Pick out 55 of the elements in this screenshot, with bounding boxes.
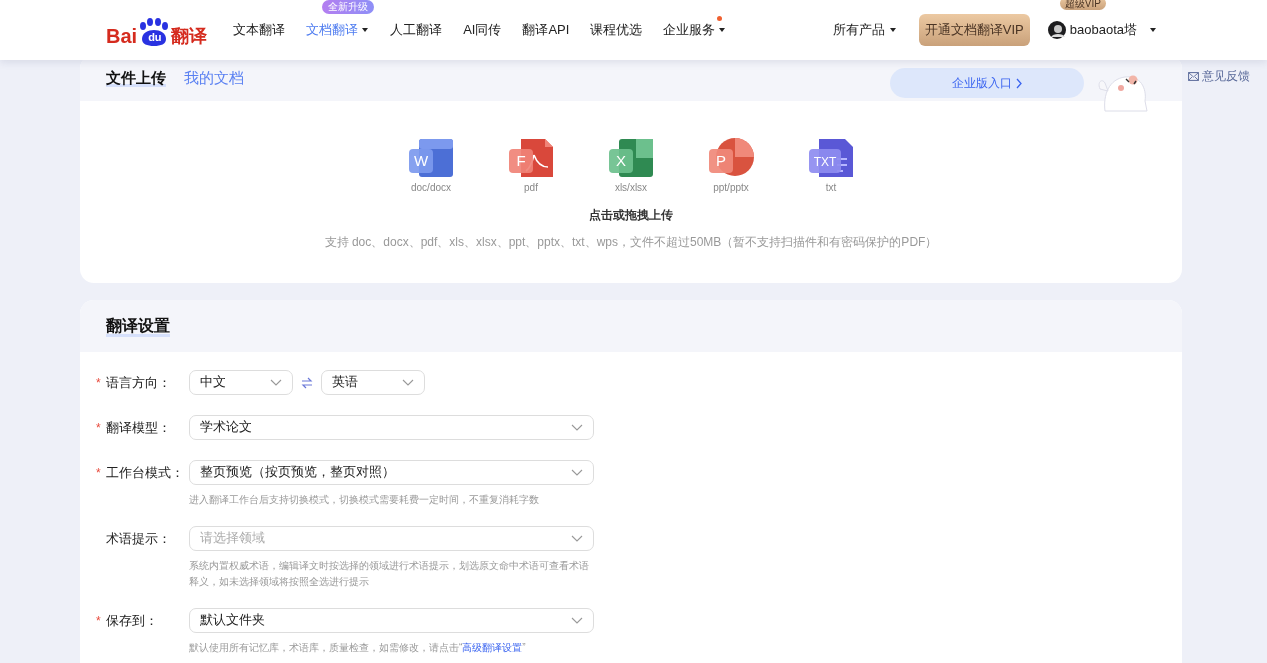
field-label: 语言方向： [106,375,171,392]
caret-icon [888,27,897,33]
field-label: 术语提示： [106,531,171,548]
nav-link[interactable]: AI同传 [463,21,502,39]
chevron-down-icon [571,535,583,542]
file-type-label: doc/docx [411,182,451,193]
dropdown-field[interactable]: 默认文件夹 [189,608,594,633]
chevron-down-icon [571,424,583,431]
required-mark: * [96,615,101,627]
dropdown-field[interactable]: 整页预览（按页预览，整页对照） [189,460,594,485]
field-label: 保存到： [106,613,158,630]
avatar-icon [1047,21,1066,39]
dropdown-field[interactable]: 英语 [321,370,425,395]
field-hint: 默认使用所有记忆库，术语库，质量检查，如需修改，请点击“高级翻译设置” [189,641,527,655]
all-products-menu[interactable]: 所有产品 [832,21,897,39]
field-label: 工作台模式： [106,465,184,482]
dropdown-field[interactable]: 中文 [189,370,293,395]
nav-link[interactable]: 课程优选 [590,21,643,39]
swap-icon [301,376,313,389]
required-mark: * [96,467,101,479]
caret-icon [1149,27,1157,33]
field-label: 翻译模型： [106,420,171,437]
new-badge: 全新升级 [322,0,375,14]
upload-note: 支持 doc、docx、pdf、xls、xlsx、ppt、pptx、txt、wps，文件不超过50MB（暂不支持扫描件和有密码保护的PDF） [324,234,938,251]
required-mark: * [96,377,101,389]
file-type-label: txt [825,182,837,193]
section-title: 翻译设置 [106,315,170,337]
upload-area[interactable]: W doc/docx F pdf X xls/xlsx P ppt/pptx TXT txt 点击或拖拽上传 支持 doc、docx、pdf、xls、xlsx、ppt、pptx、txt、wps，文件不超过50MB（暂不支持扫描件和有密码保护的PDF） [80,101,1182,283]
feedback-link[interactable]: 意见反馈 [1188,68,1250,85]
logo-text: Bai [106,25,138,47]
upload-prompt: 点击或拖拽上传 [589,207,673,224]
nav-link[interactable]: 翻译API [522,21,570,39]
file-type-label: ppt/pptx [713,182,749,193]
nav-link[interactable]: 企业服务 [663,21,727,39]
field-hint: 系统内置权威术语，编辑译文时按选择的领域进行术语提示，划选原文命中术语可查看术语释义，如未选择领域将按照全选进行提示 [189,559,590,589]
mail-icon [1188,72,1199,81]
nav-link[interactable]: 文本翻译 [233,21,286,39]
file-type-label: xls/xlsx [614,182,648,193]
chevron-down-icon [270,379,282,386]
nav-link[interactable]: 文档翻译 [306,21,370,39]
vip-button[interactable]: 开通文档翻译VIP [918,14,1030,46]
advanced-settings-link[interactable]: 高级翻译设置 [462,642,523,653]
user-menu[interactable]: baobaota塔 [1069,21,1157,39]
chevron-down-icon [571,469,583,476]
nav-link[interactable]: 人工翻译 [390,21,443,39]
chevron-down-icon [571,617,583,624]
tab[interactable]: 文件上传 [106,69,166,87]
logo-text: du [148,31,162,43]
file-type-label: pdf [524,182,538,193]
required-mark: * [96,422,101,434]
enterprise-link[interactable]: 企业版入口 [890,68,1084,98]
dropdown-field[interactable]: 学术论文 [189,415,594,440]
logo-text: 翻译 [171,25,208,47]
chevron-down-icon [402,379,414,386]
chevron-right-icon [1015,77,1023,89]
